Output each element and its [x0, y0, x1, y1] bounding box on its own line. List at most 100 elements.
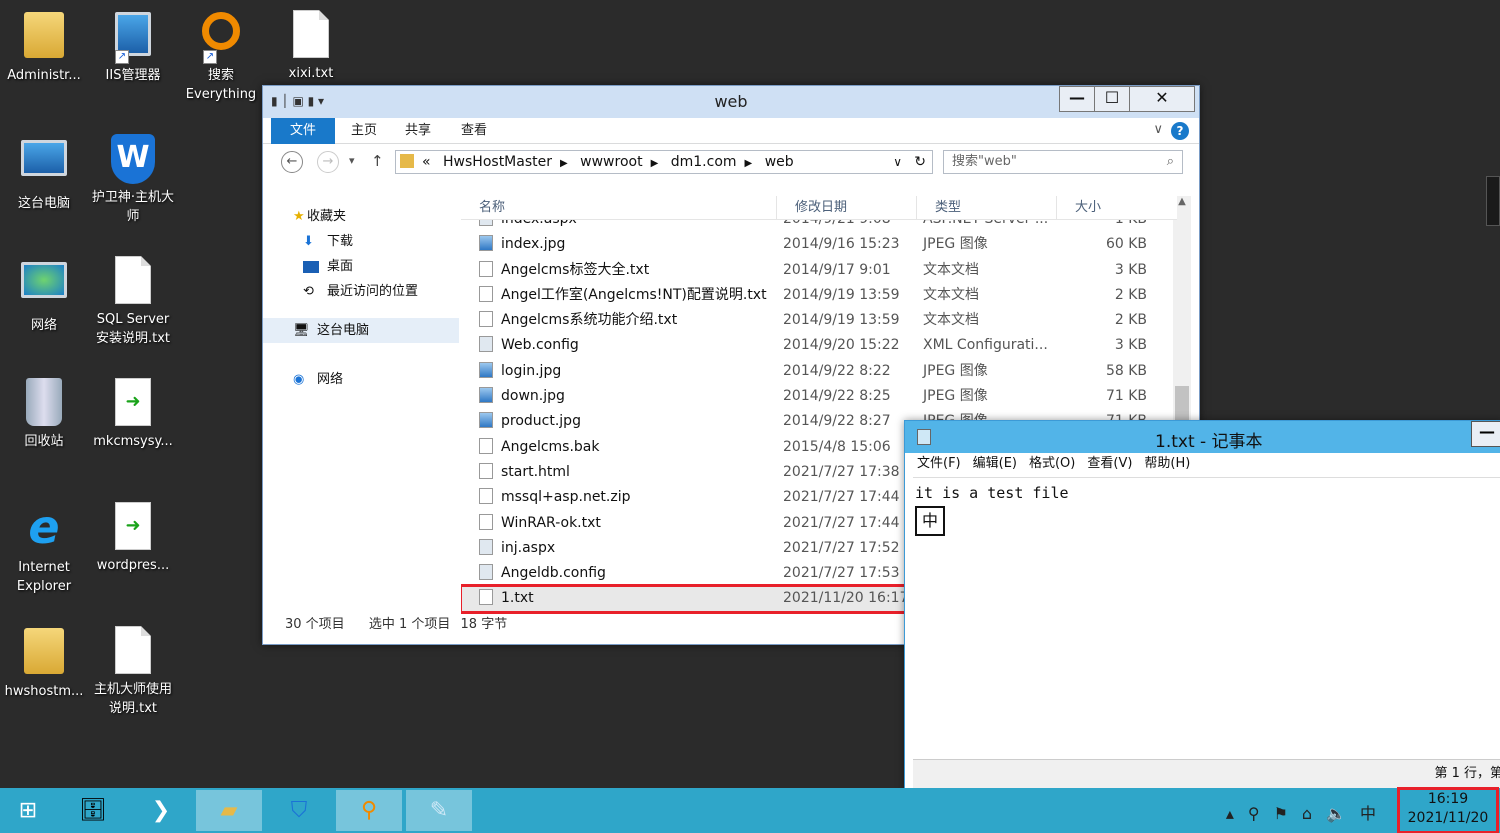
desktop-icon-administrator[interactable]: Administr...	[0, 8, 88, 85]
desktop-icon-xixi-txt[interactable]: xixi.txt	[267, 8, 355, 83]
desktop-icon-hostmaster-readme[interactable]: 主机大师使用说明.txt	[89, 624, 177, 718]
breadcrumb-wwwroot[interactable]: wwwroot	[580, 154, 642, 170]
nav-downloads[interactable]: ⬇ 下载	[263, 229, 459, 254]
tab-share[interactable]: 共享	[393, 118, 443, 144]
file-row[interactable]: Angel工作室(Angelcms!NT)配置说明.txt 2014/9/19 1…	[461, 283, 1177, 308]
taskbar: ⊞ 🗄 ❯ ▰ ⛉ ⚲ ✎ ▴⚲⚑⌂🔈中 16:19 2021/11/20	[0, 787, 1500, 833]
network-globe-icon: ◉	[293, 372, 305, 387]
desktop-icon-hws[interactable]: W 护卫神·主机大师	[89, 132, 177, 226]
forward-button[interactable]: →	[317, 151, 339, 173]
address-bar[interactable]: « HwsHostMaster ▶ wwwroot ▶ dm1.com ▶ web ∨…	[395, 150, 933, 174]
desktop-icon-network[interactable]: 网络	[0, 254, 88, 335]
column-size[interactable]: 大小	[1057, 196, 1147, 219]
menu-format[interactable]: 格式(O)	[1029, 453, 1075, 475]
back-button[interactable]: ←	[281, 151, 303, 173]
file-row[interactable]: Angelcms系统功能介绍.txt 2014/9/19 13:59 文本文档 2 K…	[461, 308, 1177, 333]
breadcrumb-web[interactable]: web	[765, 154, 794, 170]
volume-muted-icon[interactable]: 🔈	[1326, 804, 1360, 823]
refresh-icon[interactable]: ↻	[914, 151, 926, 173]
desktop-icon-everything[interactable]: ↗ 搜索 Everything	[177, 8, 265, 104]
tab-view[interactable]: 查看	[449, 118, 499, 144]
clock[interactable]: 16:19 2021/11/20	[1397, 787, 1499, 833]
help-icon[interactable]: ?	[1171, 122, 1189, 140]
notepad-titlebar[interactable]: 1.txt - 记事本 —	[905, 421, 1500, 453]
selection-count: 选中 1 个项目	[368, 617, 451, 632]
file-explorer-icon[interactable]: ▰	[196, 790, 262, 831]
nav-desktop[interactable]: 桌面	[263, 254, 459, 279]
chevron-right-icon[interactable]: ▶	[560, 158, 568, 169]
menu-help[interactable]: 帮助(H)	[1144, 453, 1190, 475]
hws-shield-icon[interactable]: ⛉	[266, 790, 332, 831]
recycle-bin-icon	[20, 378, 68, 430]
nav-recent[interactable]: ⟲ 最近访问的位置	[263, 279, 459, 304]
desktop-icon-sql-server-txt[interactable]: SQL Server 安装说明.txt	[89, 254, 177, 348]
network-globe-icon	[20, 262, 68, 314]
chevron-right-icon[interactable]: ▶	[651, 158, 659, 169]
recent-locations-icon[interactable]: ▾	[349, 154, 355, 167]
folder-icon	[400, 154, 414, 168]
search-placeholder: 搜索"web"	[952, 154, 1017, 169]
everything-search-icon[interactable]: ⚲	[336, 790, 402, 831]
config-file-icon	[479, 564, 493, 581]
network-icon[interactable]: ⌂	[1302, 804, 1326, 823]
everything-tray-icon[interactable]: ⚲	[1248, 804, 1274, 823]
maximize-button[interactable]: ☐	[1094, 86, 1130, 112]
desktop-icon-this-pc[interactable]: 这台电脑	[0, 132, 88, 213]
installer-icon: ➜	[109, 502, 157, 554]
desktop-icon-label: IIS管理器	[105, 68, 161, 83]
start-button[interactable]: ⊞	[0, 790, 56, 831]
close-button[interactable]: ✕	[1129, 86, 1195, 112]
server-manager-icon[interactable]: 🗄	[60, 790, 126, 831]
side-widget	[1486, 176, 1500, 226]
address-dropdown-icon[interactable]: ∨	[893, 151, 902, 173]
desktop-icon-internet-explorer[interactable]: e Internet Explorer	[0, 500, 88, 596]
menu-edit[interactable]: 编辑(E)	[973, 453, 1017, 475]
desktop-icon-hwshostmaster[interactable]: hwshostm...	[0, 624, 88, 701]
file-row[interactable]: down.jpg 2014/9/22 8:25 JPEG 图像 71 KB	[461, 384, 1177, 409]
nav-network[interactable]: ◉ 网络	[263, 367, 459, 392]
tab-home[interactable]: 主页	[339, 118, 389, 144]
computer-icon: 🖥	[293, 323, 310, 338]
action-center-flag-icon[interactable]: ⚑	[1274, 804, 1302, 823]
notepad-icon[interactable]: ✎	[406, 790, 472, 831]
file-row[interactable]: Angelcms标签大全.txt 2014/9/17 9:01 文本文档 3 KB	[461, 258, 1177, 283]
minimize-button[interactable]: —	[1471, 421, 1500, 447]
menu-file[interactable]: 文件(F)	[917, 453, 961, 475]
column-name[interactable]: 名称	[461, 196, 777, 219]
desktop-icon-mkcmsysy[interactable]: ➜ mkcmsysy...	[89, 376, 177, 451]
image-file-icon	[479, 412, 493, 429]
text-file-icon	[479, 260, 493, 277]
minimize-button[interactable]: —	[1059, 86, 1095, 112]
chevron-right-icon[interactable]: ▶	[745, 158, 753, 169]
powershell-icon[interactable]: ❯	[128, 790, 194, 831]
show-hidden-icons-icon[interactable]: ▴	[1226, 804, 1248, 823]
ribbon-expand-icon[interactable]: ∨	[1153, 122, 1163, 137]
desktop-icon-wordpress[interactable]: ➜ wordpres...	[89, 500, 177, 575]
file-row[interactable]: index.jpg 2014/9/16 15:23 JPEG 图像 60 KB	[461, 232, 1177, 257]
desktop-icon-recycle-bin[interactable]: 回收站	[0, 376, 88, 451]
explorer-titlebar[interactable]: ▮ │ ▣ ▮ ▾ web — ☐ ✕	[263, 86, 1199, 118]
text-file-icon	[479, 285, 493, 302]
desktop-icon-iis[interactable]: ↗ IIS管理器	[89, 8, 177, 85]
file-row[interactable]: login.jpg 2014/9/22 8:22 JPEG 图像 58 KB	[461, 359, 1177, 384]
folder-icon	[20, 628, 68, 680]
menu-view[interactable]: 查看(V)	[1087, 453, 1132, 475]
tab-file[interactable]: 文件	[271, 118, 335, 144]
system-tray: ▴⚲⚑⌂🔈中	[1226, 800, 1390, 824]
search-input[interactable]: 搜索"web" ⌕	[943, 150, 1183, 174]
breadcrumb-hwshostmaster[interactable]: HwsHostMaster	[443, 154, 552, 170]
breadcrumb-dm1[interactable]: dm1.com	[671, 154, 737, 170]
notepad-text-area[interactable]: it is a test file 中	[913, 477, 1500, 759]
file-row[interactable]: Web.config 2014/9/20 15:22 XML Configurati…	[461, 333, 1177, 358]
ime-tray-icon[interactable]: 中	[1360, 804, 1390, 823]
server-icon: ↗	[109, 12, 157, 64]
column-date[interactable]: 修改日期	[777, 196, 917, 219]
up-button[interactable]: ↑	[371, 152, 384, 170]
file-icon	[479, 437, 493, 454]
nav-this-pc[interactable]: 🖥 这台电脑	[263, 318, 459, 343]
shield-w-icon: W	[109, 134, 157, 186]
nav-favorites[interactable]: ★ 收藏夹	[263, 204, 459, 229]
breadcrumb-overflow[interactable]: «	[422, 154, 431, 170]
shortcut-arrow-icon: ↗	[115, 50, 129, 64]
column-type[interactable]: 类型	[917, 196, 1057, 219]
